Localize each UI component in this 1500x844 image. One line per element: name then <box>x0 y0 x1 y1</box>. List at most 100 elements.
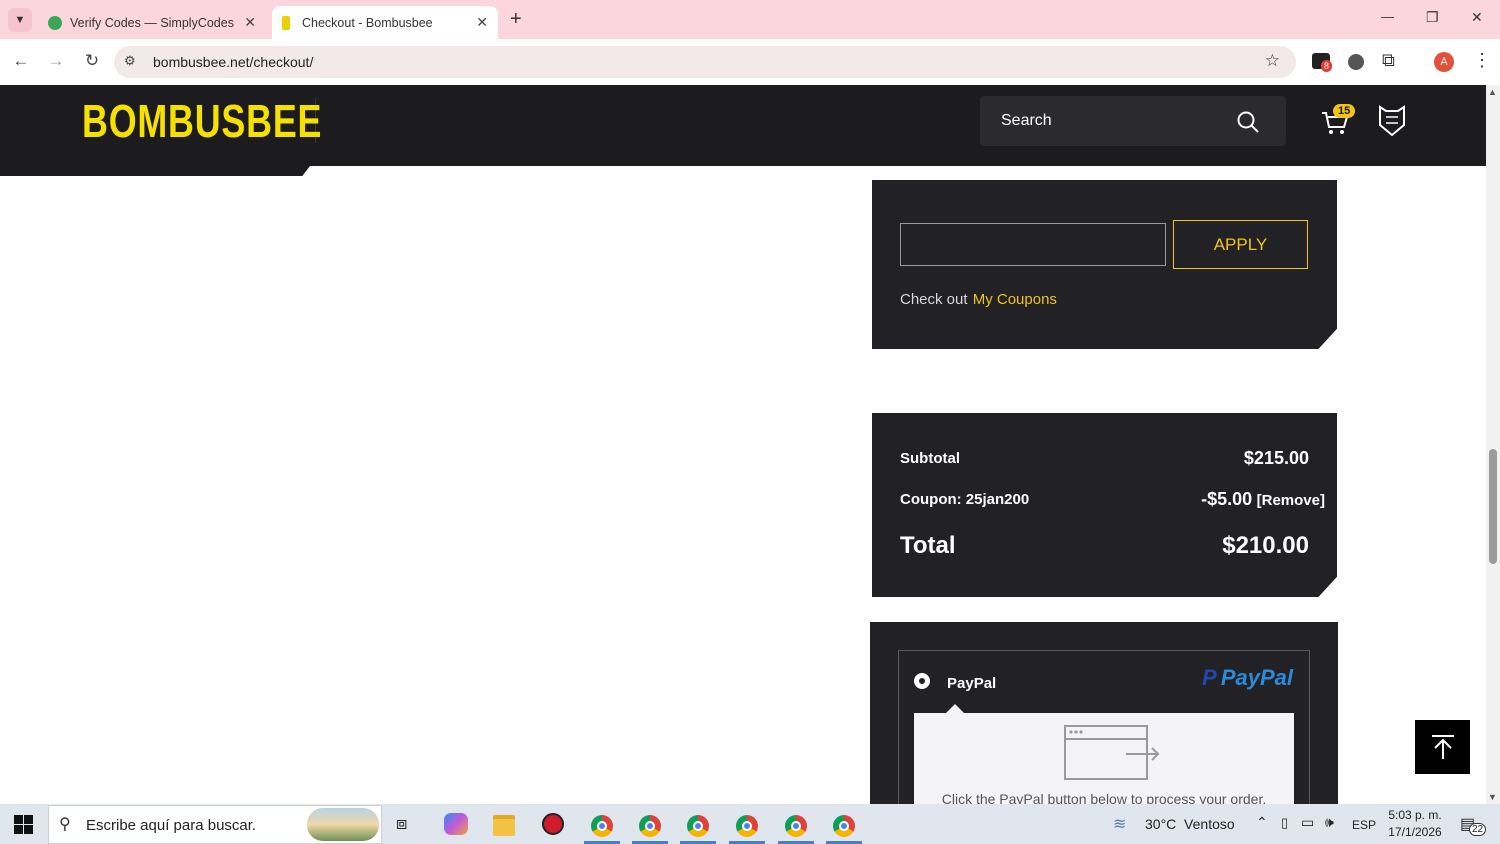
show-hidden-icons-icon[interactable]: ⌃ <box>1256 814 1268 831</box>
network-icon[interactable]: ▭ <box>1301 814 1314 831</box>
browser-tab-bar: ▼ Verify Codes — SimplyCodes ✕ Checkout … <box>0 0 1500 39</box>
paypal-p-icon: P <box>1202 665 1217 690</box>
search-icon[interactable] <box>1236 110 1260 134</box>
checkout-text: Check out <box>900 291 968 308</box>
total-label: Total <box>900 532 956 559</box>
arrow-up-icon <box>1432 735 1454 759</box>
paypal-option[interactable]: PayPal P PayPal Click the PayPal button b… <box>898 650 1310 823</box>
profile-avatar[interactable]: A <box>1434 52 1454 72</box>
taskbar-search-placeholder: Escribe aquí para buscar. <box>86 817 257 834</box>
profile-initial: A <box>1440 56 1448 68</box>
page-scrollbar[interactable]: ▲ ▼ <box>1486 85 1500 804</box>
weather-wind-icon[interactable]: ≋ <box>1113 814 1126 834</box>
site-info-icon[interactable]: ⚙ <box>124 53 136 69</box>
chrome-icon <box>736 815 758 837</box>
chrome-taskbar-app[interactable] <box>630 808 670 844</box>
browser-menu-icon[interactable]: ⋮ <box>1473 50 1491 71</box>
volume-icon[interactable]: 🕪 <box>1325 814 1334 831</box>
tab-title: Checkout - Bombusbee <box>302 15 433 30</box>
file-explorer-icon[interactable] <box>493 815 515 836</box>
url-text: bombusbee.net/checkout/ <box>153 54 314 70</box>
tab-title: Verify Codes — SimplyCodes <box>70 15 234 30</box>
forward-icon[interactable]: → <box>44 51 68 71</box>
site-logo[interactable]: BOMBUSBEE <box>82 96 322 146</box>
notification-center-button[interactable]: ▤ 22 <box>1460 814 1487 836</box>
chrome-icon <box>687 815 709 837</box>
tab-checkout[interactable]: Checkout - Bombusbee ✕ <box>272 6 498 39</box>
reload-icon[interactable]: ↻ <box>80 51 104 71</box>
chrome-taskbar-app[interactable] <box>727 808 767 844</box>
chevron-down-icon: ▼ <box>14 14 26 26</box>
chrome-icon <box>591 815 613 837</box>
browser-redirect-icon <box>1064 725 1160 780</box>
extension-icon[interactable] <box>1348 54 1364 70</box>
clock-time: 5:03 p. m. <box>1388 808 1442 822</box>
apply-label: APPLY <box>1213 234 1268 254</box>
bombusbee-favicon-icon <box>282 15 290 30</box>
coupon-discount: -$5.00 [Remove] <box>1201 489 1325 510</box>
chrome-taskbar-app[interactable] <box>582 808 622 844</box>
chrome-icon <box>639 815 661 837</box>
clock[interactable]: 5:03 p. m. 17/1/2026 <box>1384 807 1446 841</box>
chrome-icon <box>785 815 807 837</box>
coupon-label: Coupon: 25jan200 <box>900 491 1030 508</box>
address-bar[interactable]: ⚙ bombusbee.net/checkout/ ☆ <box>114 46 1296 78</box>
new-tab-button[interactable]: + <box>510 8 522 31</box>
subtotal-value: $215.00 <box>1243 448 1309 468</box>
arrow-up-indicator <box>946 704 964 713</box>
account-bee-icon[interactable] <box>1377 103 1407 137</box>
back-to-top-button[interactable] <box>1415 720 1470 774</box>
site-search-input[interactable]: Search <box>980 96 1286 146</box>
order-totals-panel: Subtotal $215.00 Coupon: 25jan200 -$5.00… <box>872 413 1337 597</box>
chrome-icon <box>833 815 855 837</box>
tab-simplycodes[interactable]: Verify Codes — SimplyCodes ✕ <box>38 6 266 39</box>
coupon-code-input[interactable] <box>900 223 1166 266</box>
paypal-logo: P PayPal <box>1202 665 1293 691</box>
chrome-taskbar-app[interactable] <box>824 808 864 844</box>
subtotal-label: Subtotal <box>900 450 960 467</box>
search-highlight-image <box>307 808 379 841</box>
copilot-icon[interactable] <box>444 813 468 835</box>
coupon-links: Check out My Coupons <box>900 291 1057 308</box>
language-indicator[interactable]: ESP <box>1352 818 1376 832</box>
back-icon[interactable]: ← <box>9 51 33 71</box>
apply-coupon-button[interactable]: APPLY <box>1173 220 1308 269</box>
remove-coupon-link[interactable]: [Remove] <box>1257 492 1325 509</box>
paypal-method-label: PayPal <box>947 675 997 692</box>
puzzle-extensions-icon[interactable]: ⧉ <box>1382 50 1395 71</box>
payment-panel: PayPal P PayPal Click the PayPal button b… <box>870 622 1338 823</box>
windows-start-icon[interactable] <box>14 815 33 834</box>
minimize-button[interactable]: — <box>1381 9 1394 24</box>
weather-text[interactable]: 30°C Ventoso <box>1145 816 1235 832</box>
close-window-button[interactable]: ✕ <box>1471 9 1483 26</box>
coupon-discount-value: -$5.00 <box>1201 489 1253 509</box>
search-placeholder: Search <box>1001 112 1052 129</box>
scrollbar-thumb[interactable] <box>1489 449 1497 564</box>
header-notch <box>0 166 310 176</box>
extension-badge: 8 <box>1321 60 1333 72</box>
paypal-logo-text: PayPal <box>1220 665 1293 690</box>
task-view-icon[interactable]: ⧈ <box>396 813 407 834</box>
bookmark-star-icon[interactable]: ☆ <box>1265 51 1280 71</box>
taskbar-search-box[interactable]: ⚲ Escribe aquí para buscar. <box>48 805 382 844</box>
my-coupons-link[interactable]: My Coupons <box>973 291 1057 308</box>
simplycodes-favicon-icon <box>48 15 62 30</box>
clock-date: 17/1/2026 <box>1388 825 1442 839</box>
scroll-up-arrow-icon[interactable]: ▲ <box>1488 87 1497 97</box>
tab-list-button[interactable]: ▼ <box>8 8 32 32</box>
close-tab-icon[interactable]: ✕ <box>476 14 488 31</box>
total-value: $210.00 <box>1222 532 1309 559</box>
extension-button[interactable]: 8 <box>1312 53 1333 72</box>
paypal-radio[interactable] <box>914 673 930 689</box>
chrome-taskbar-app[interactable] <box>678 808 718 844</box>
scroll-down-arrow-icon[interactable]: ▼ <box>1488 792 1497 802</box>
search-icon: ⚲ <box>59 816 71 833</box>
chrome-taskbar-app[interactable] <box>776 808 816 844</box>
coupon-panel: APPLY Check out My Coupons <box>872 180 1337 349</box>
notification-count: 22 <box>1469 823 1487 836</box>
meet-icon[interactable]: ▯ <box>1281 815 1288 831</box>
close-tab-icon[interactable]: ✕ <box>244 14 256 31</box>
restore-button[interactable]: ❐ <box>1426 9 1439 26</box>
cart-button[interactable]: 15 <box>1320 104 1360 138</box>
app-red-icon[interactable] <box>542 813 564 835</box>
